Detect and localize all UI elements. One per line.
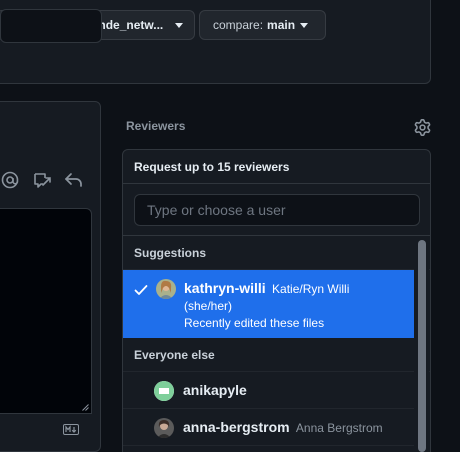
- dropdown-header: Request up to 15 reviewers: [123, 150, 430, 184]
- gear-icon[interactable]: [414, 119, 431, 136]
- filter-section: [123, 184, 430, 236]
- reviewer-fullname: Anna Bergstrom: [295, 421, 383, 435]
- reply-icon[interactable]: [64, 170, 84, 190]
- reviewers-heading: Reviewers: [126, 119, 186, 133]
- compare-branch-label: main: [267, 18, 296, 32]
- reviewer-suggestion-reason: Recently edited these files: [184, 316, 325, 330]
- reviewers-dropdown: Request up to 15 reviewers Suggestions k…: [122, 149, 431, 452]
- avatar: [156, 279, 176, 299]
- avatar: [154, 381, 174, 401]
- everyone-else-header: Everyone else: [123, 338, 430, 372]
- markdown-icon: [63, 424, 79, 435]
- pr-body-textarea[interactable]: [0, 208, 92, 414]
- reviewer-filter-input[interactable]: [134, 194, 420, 226]
- reviewer-option-anikapyle[interactable]: anikapyle: [123, 372, 415, 409]
- reviewer-option-anna-bergstrom[interactable]: anna-bergstrom Anna Bergstrom: [123, 409, 415, 446]
- chevron-down-icon: [175, 23, 183, 28]
- pr-title-input[interactable]: [0, 9, 102, 43]
- reviewer-option-kathryn-willi[interactable]: kathryn-willi Katie/Ryn Willi (she/her) …: [123, 270, 415, 338]
- mention-icon[interactable]: [0, 170, 20, 190]
- chevron-down-icon: [300, 22, 309, 28]
- reviewer-login: anna-bergstrom: [183, 419, 290, 435]
- resize-handle-icon[interactable]: [82, 404, 89, 411]
- compare-prefix: compare:: [213, 18, 264, 32]
- reviewer-fullname: Katie/Ryn Willi: [272, 282, 350, 296]
- scrollbar-thumb[interactable]: [418, 240, 426, 452]
- reviewer-pronouns: (she/her): [184, 299, 233, 313]
- cross-reference-icon[interactable]: [32, 170, 52, 190]
- suggestions-header: Suggestions: [123, 236, 430, 270]
- compare-branch-button[interactable]: compare: main: [199, 10, 326, 40]
- reviewer-login: anikapyle: [183, 382, 247, 398]
- dropdown-scrollbar[interactable]: [414, 237, 429, 452]
- avatar: [154, 418, 174, 438]
- check-icon: [134, 285, 148, 295]
- reviewer-login: kathryn-willi: [184, 280, 266, 296]
